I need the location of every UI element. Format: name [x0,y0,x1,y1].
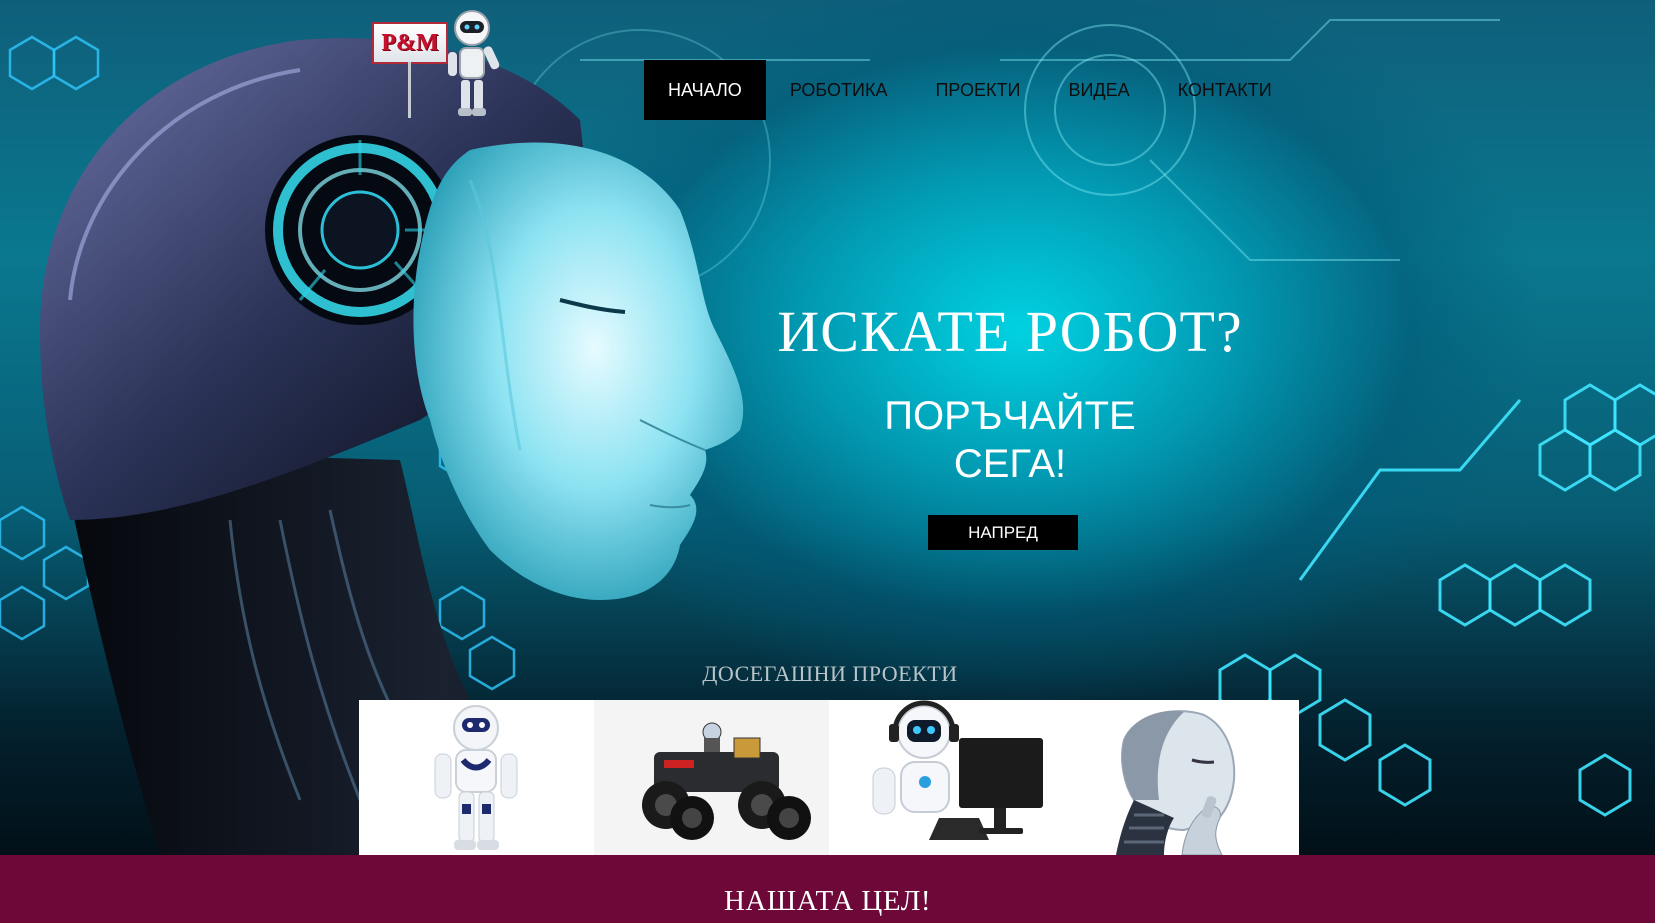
project-tile-4[interactable] [1064,700,1299,855]
thinking-android-icon [1116,710,1236,855]
nav-item-robotics[interactable]: РОБОТИКА [766,60,912,120]
hero-subtitle: ПОРЪЧАЙТЕ СЕГА! [860,392,1160,488]
goal-title: НАШАТА ЦЕЛ! [723,885,932,917]
project-tile-3[interactable] [829,700,1064,855]
projects-title: ДОСЕГАШНИ ПРОЕКТИ [702,661,958,686]
project-tile-1[interactable] [359,700,594,855]
projects-gallery [359,700,1299,855]
logo-sign-pole [408,62,411,118]
hero-subtitle-line1: ПОРЪЧАЙТЕ [884,394,1136,438]
hero-title: ИСКАТЕ РОБОТ? [777,299,1243,364]
humanoid-robot-icon [434,705,518,850]
rover-robot-icon [594,700,829,855]
forward-button[interactable]: НАПРЕД [928,515,1078,550]
site-logo[interactable]: P&M [370,8,510,120]
support-robot-computer-icon [872,700,1043,840]
nav-item-contacts[interactable]: КОНТАКТИ [1154,60,1296,120]
hero-subtitle-line2: СЕГА! [953,442,1067,486]
robot-mascot-icon [448,10,500,116]
nav-item-projects[interactable]: ПРОЕКТИ [911,60,1044,120]
project-tile-2[interactable] [594,700,829,855]
main-nav: НАЧАЛО РОБОТИКА ПРОЕКТИ ВИДЕА КОНТАКТИ [644,60,1296,120]
nav-item-videos[interactable]: ВИДЕА [1044,60,1153,120]
logo-text: P&M [372,22,448,64]
nav-item-home[interactable]: НАЧАЛО [644,60,766,120]
